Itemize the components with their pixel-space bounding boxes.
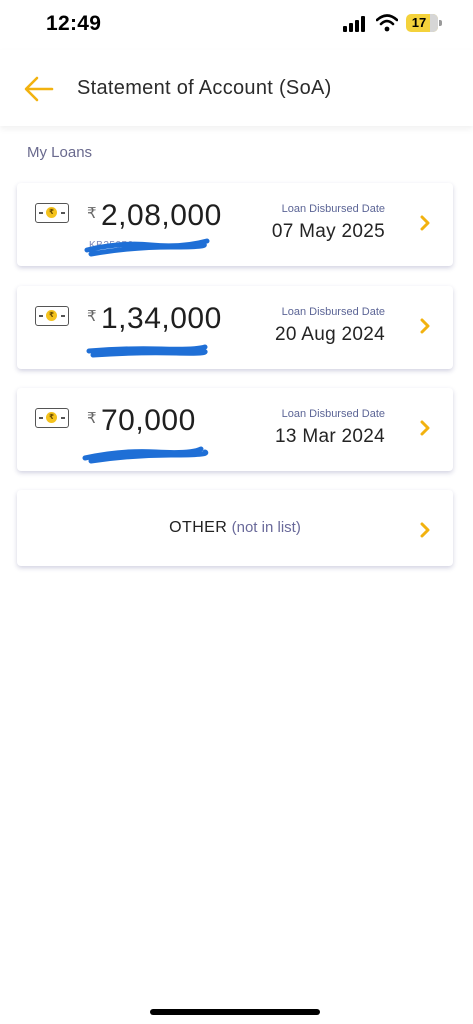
other-sub-label: (not in list) — [231, 519, 301, 536]
battery-level: 17 — [411, 15, 427, 30]
loan-amount: 1,34,000 — [101, 302, 222, 335]
disbursed-date: 13 Mar 2024 — [275, 426, 385, 447]
currency-symbol: ₹ — [87, 205, 97, 222]
redaction-scribble — [86, 344, 208, 358]
arrow-left-icon[interactable] — [22, 74, 56, 104]
loan-card[interactable]: ₹ ₹ 1,34,000 Loan Disbursed Date 20 Aug … — [17, 286, 453, 369]
cellular-signal-icon — [343, 16, 367, 32]
rupee-card-icon: ₹ — [35, 306, 69, 326]
other-loan-button[interactable]: OTHER (not in list) — [17, 490, 453, 566]
wifi-icon — [376, 14, 398, 32]
battery-icon: 17 — [406, 14, 438, 32]
loan-card[interactable]: ₹ ₹ 70,000 Loan Disbursed Date 13 Mar 20… — [17, 388, 453, 471]
date-label: Loan Disbursed Date — [281, 306, 385, 318]
rupee-card-icon: ₹ — [35, 203, 69, 223]
currency-symbol: ₹ — [87, 410, 97, 427]
loan-amount: 70,000 — [101, 404, 196, 437]
chevron-right-icon[interactable] — [419, 215, 431, 231]
app-header: Statement of Account (SoA) — [0, 50, 473, 126]
battery-cap — [439, 20, 442, 26]
status-time: 12:49 — [46, 12, 102, 35]
redaction-scribble — [84, 238, 210, 257]
date-label: Loan Disbursed Date — [281, 203, 385, 215]
chevron-right-icon[interactable] — [419, 522, 431, 538]
disbursed-date: 07 May 2025 — [271, 221, 385, 242]
page-title: Statement of Account (SoA) — [77, 77, 332, 99]
rupee-card-icon: ₹ — [35, 408, 69, 428]
disbursed-date: 20 Aug 2024 — [274, 324, 385, 345]
other-label: OTHER — [169, 519, 228, 536]
other-label-group: OTHER (not in list) — [17, 519, 453, 537]
currency-symbol: ₹ — [87, 308, 97, 325]
chevron-right-icon[interactable] — [419, 318, 431, 334]
loan-amount: 2,08,000 — [101, 199, 222, 232]
loan-card[interactable]: ₹ ₹ 2,08,000 KB25050 Loan Disbursed Date… — [17, 183, 453, 266]
redaction-scribble — [82, 446, 209, 464]
date-label: Loan Disbursed Date — [281, 408, 385, 420]
status-bar: 12:49 17 — [0, 0, 473, 50]
chevron-right-icon[interactable] — [419, 420, 431, 436]
section-label-my-loans: My Loans — [27, 144, 93, 161]
home-indicator[interactable] — [150, 1009, 320, 1015]
